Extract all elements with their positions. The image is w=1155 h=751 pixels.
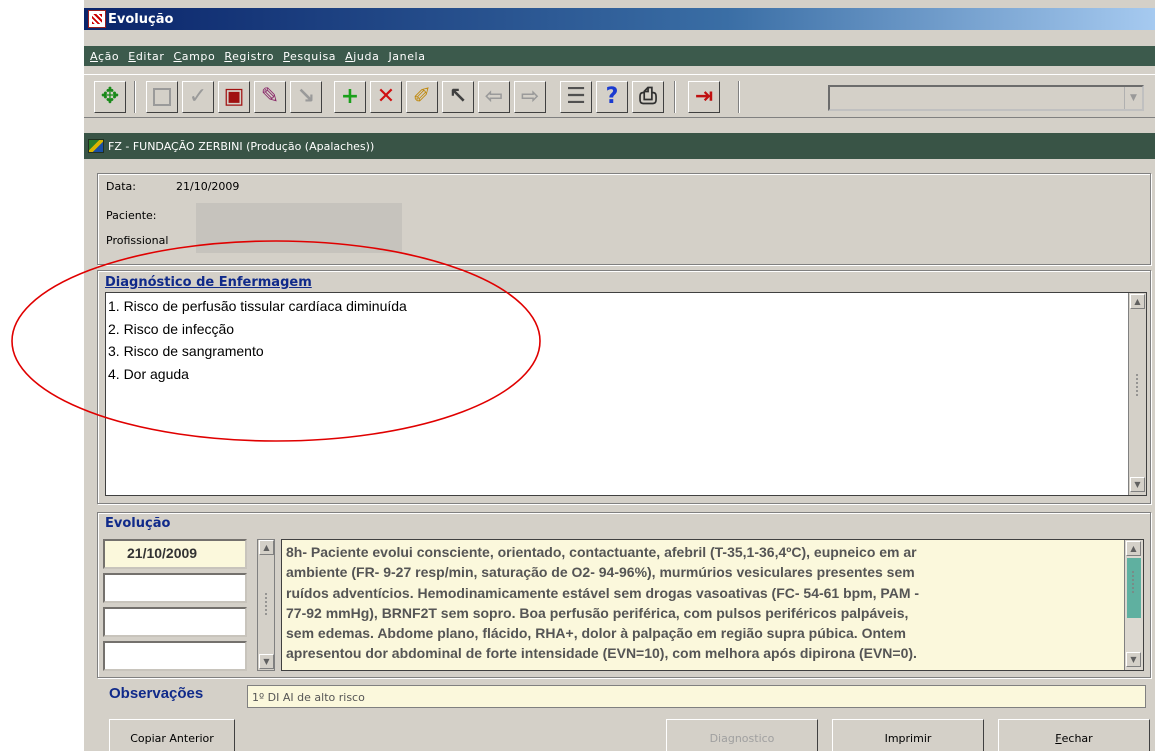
help-icon[interactable]: ?	[596, 81, 628, 113]
window-title: Evolução	[108, 11, 174, 27]
evolution-date-field[interactable]	[103, 641, 247, 671]
query-icon[interactable]: ✎	[254, 81, 286, 113]
diagnostic-button[interactable]: Diagnostico	[666, 719, 818, 751]
diagnosis-textarea[interactable]: 1. Risco de perfusão tissular cardíaca d…	[105, 292, 1147, 496]
scroll-down-icon[interactable]: ▼	[259, 654, 274, 669]
title-bar: Evolução	[84, 8, 1155, 30]
evolution-line: 8h- Paciente evolui consciente, orientad…	[286, 544, 917, 560]
evolution-date-field[interactable]: 21/10/2009	[103, 539, 247, 569]
professional-label: Profissional	[106, 234, 169, 247]
observations-field[interactable]: 1º DI AI de alto risco	[247, 685, 1146, 708]
evolution-line: sem edemas. Abdome plano, flácido, RHA+,…	[286, 625, 906, 642]
evolution-scrollbar[interactable]: ▲ ▼	[1124, 540, 1143, 670]
toolbar-separator	[674, 81, 676, 113]
diagnosis-title: Diagnóstico de Enfermagem	[105, 275, 312, 290]
flag-icon	[88, 139, 104, 153]
evolution-textarea[interactable]: 8h- Paciente evolui consciente, orientad…	[281, 539, 1144, 671]
dates-scrollbar[interactable]: ▲ ▼	[257, 539, 275, 671]
menu-bar: Ação Editar Campo Registro Pesquisa Ajud…	[84, 46, 1155, 66]
scroll-up-icon[interactable]: ▲	[1126, 541, 1141, 556]
toolbar: ✥ ✓ ▣ ✎ ↘ + ✕ ✐ ↖ ⇦ ⇨ ☰ ? ⎙ ⇥ ▼	[84, 74, 1155, 118]
menu-acao[interactable]: Ação	[90, 50, 119, 63]
list-item: 2. Risco de infecção	[108, 320, 235, 337]
list-item: 3. Risco de sangramento	[108, 343, 264, 359]
insert-record-icon[interactable]: +	[334, 81, 366, 113]
close-button[interactable]: Fechar	[998, 719, 1150, 751]
scroll-down-icon[interactable]: ▼	[1130, 477, 1145, 492]
date-value: 21/10/2009	[176, 180, 240, 193]
evolution-line: 77-92 mmHg), BRNF2T sem sopro. Boa perfu…	[286, 604, 909, 621]
list-item: 1. Risco de perfusão tissular cardíaca d…	[108, 298, 407, 314]
patient-label: Paciente:	[106, 209, 157, 222]
copy-previous-button[interactable]: Copiar Anterior	[109, 719, 235, 751]
toolbar-separator	[738, 81, 740, 113]
scroll-up-icon[interactable]: ▲	[259, 540, 274, 555]
exit-icon[interactable]: ⇥	[688, 81, 720, 113]
chevron-down-icon[interactable]: ▼	[1124, 87, 1142, 109]
menu-ajuda[interactable]: Ajuda	[345, 50, 379, 63]
scroll-grip[interactable]	[1135, 373, 1139, 397]
accept-icon[interactable]: ✓	[182, 81, 214, 113]
scroll-grip[interactable]	[264, 592, 268, 616]
patient-value	[196, 203, 402, 229]
scroll-up-icon[interactable]: ▲	[1130, 294, 1145, 309]
move-icon[interactable]: ✥	[94, 81, 126, 113]
diagnosis-scrollbar[interactable]: ▲ ▼	[1128, 293, 1146, 495]
evolution-line: ruídos adventícios. Hemodinamicamente es…	[286, 584, 920, 601]
observations-label: Observações	[109, 685, 204, 702]
evolution-title: Evolução	[105, 516, 171, 531]
evolution-date-field[interactable]	[103, 607, 247, 637]
print-icon[interactable]: ⎙	[632, 81, 664, 113]
delete-record-icon[interactable]: ✕	[370, 81, 402, 113]
professional-value	[196, 229, 402, 253]
print-form-icon[interactable]: ▣	[218, 81, 250, 113]
scroll-down-icon[interactable]: ▼	[1126, 652, 1141, 667]
evolution-text: 8h- Paciente evolui consciente, orientad…	[286, 542, 1122, 664]
edit-icon[interactable]: ✐	[406, 81, 438, 113]
menu-registro[interactable]: Registro	[224, 50, 274, 63]
toolbar-combo[interactable]: ▼	[828, 85, 1144, 111]
prev-icon[interactable]: ⇦	[478, 81, 510, 113]
menu-janela[interactable]: Janela	[388, 50, 425, 63]
clear-icon[interactable]: ↖	[442, 81, 474, 113]
organization-label: FZ - FUNDAÇÃO ZERBINI (Produção (Apalach…	[108, 139, 375, 153]
print-button[interactable]: Imprimir	[832, 719, 984, 751]
menu-editar[interactable]: Editar	[128, 50, 164, 63]
toolbar-separator	[134, 81, 136, 113]
save-icon[interactable]	[146, 81, 178, 113]
next-icon[interactable]: ⇨	[514, 81, 546, 113]
list-icon[interactable]: ☰	[560, 81, 592, 113]
date-label: Data:	[106, 180, 136, 193]
form-header-bar: FZ - FUNDAÇÃO ZERBINI (Produção (Apalach…	[84, 133, 1155, 159]
diagnosis-list: 1. Risco de perfusão tissular cardíaca d…	[108, 295, 407, 385]
menu-campo[interactable]: Campo	[173, 50, 215, 63]
menu-pesquisa[interactable]: Pesquisa	[283, 50, 336, 63]
evolution-line: apresentou dor abdominal de forte intens…	[286, 645, 917, 662]
scroll-grip[interactable]	[1131, 570, 1135, 594]
evolution-line: ambiente (FR- 9-27 resp/min, saturação d…	[286, 564, 915, 581]
oracle-forms-icon	[88, 10, 106, 28]
application-window: Evolução Ação Editar Campo Registro Pesq…	[84, 0, 1155, 751]
evolution-date-field[interactable]	[103, 573, 247, 603]
list-item: 4. Dor aguda	[108, 365, 189, 382]
query-disabled-icon[interactable]: ↘	[290, 81, 322, 113]
